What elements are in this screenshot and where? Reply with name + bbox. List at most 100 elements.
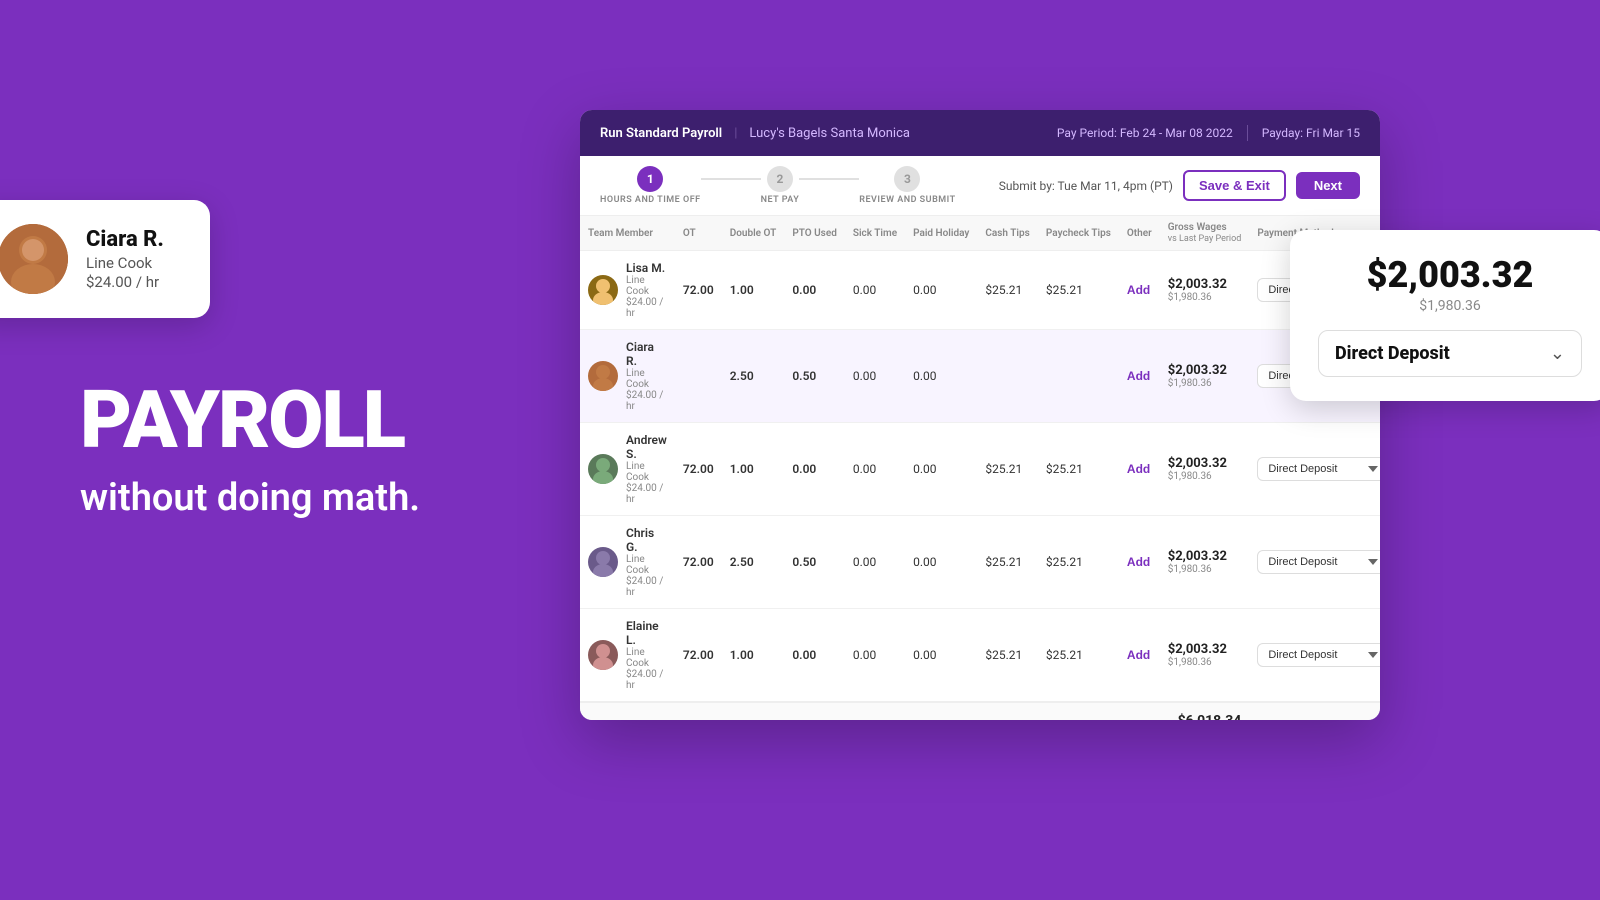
deposit-method-text: Direct Deposit [1335,343,1450,364]
totals-dot: 0.00 [722,702,785,720]
step-2-label: NET PAY [761,195,800,205]
step-3[interactable]: 3 REVIEW AND SUBMIT [859,166,955,205]
emp-rate-andrew: $24.00 / hr [626,483,667,505]
steps-list: 1 HOURS AND TIME OFF 2 NET PAY 3 REVIEW … [600,166,956,205]
holiday-andrew: 0.00 [905,423,977,516]
sick-elaine: 0.00 [845,609,905,703]
pto-ciara: 0.50 [784,330,845,423]
business-name: Lucy's Bagels Santa Monica [749,126,910,141]
cash-tips-andrew: $25.21 [977,423,1038,516]
paycheck-tips-ciara [1038,330,1119,423]
step-1-label: HOURS AND TIME OFF [600,195,701,205]
cash-tips-ciara [977,330,1038,423]
emp-role-ciara: Line Cook [626,368,667,390]
payroll-table: Team Member OT Double OT PTO Used Sick T… [580,216,1380,720]
deposit-method-selector[interactable]: Direct Deposit ⌄ [1318,330,1582,377]
header-divider [1247,125,1248,141]
gross-elaine: $2,003.32 $1,980.36 [1160,609,1250,703]
step-2[interactable]: 2 NET PAY [761,166,800,205]
employee-cell-chris: Chris G. Line Cook $24.00 / hr [580,516,675,609]
emp-rate-ciara: $24.00 / hr [626,390,667,412]
dot-elaine: 1.00 [722,609,785,703]
employee-cell-ciara: Ciara R. Line Cook $24.00 / hr [580,330,675,423]
payment-select-chris[interactable]: Direct Deposit [1257,550,1380,574]
gross-chris: $2,003.32 $1,980.36 [1160,516,1250,609]
ot-andrew: 72.00 [675,423,722,516]
paycheck-tips-andrew: $25.21 [1038,423,1119,516]
emp-name-lisa: Lisa M. [626,261,667,275]
run-payroll-label: Run Standard Payroll [600,126,722,141]
popup-emp-role: Line Cook [86,254,164,272]
employee-popup: Ciara R. Line Cook $24.00 / hr [0,200,210,318]
step-2-circle: 2 [767,166,793,192]
totals-cash-tips: $500.00 [977,702,1038,720]
cash-tips-chris: $25.21 [977,516,1038,609]
dot-andrew: 1.00 [722,423,785,516]
payment-elaine[interactable]: Direct Deposit [1249,609,1380,703]
table-row: Elaine L. Line Cook $24.00 / hr 72.00 1.… [580,609,1380,703]
table-row: Lisa M. Line Cook $24.00 / hr 72.00 1.00… [580,251,1380,330]
table-header-row: Team Member OT Double OT PTO Used Sick T… [580,216,1380,251]
add-other-ciara[interactable]: Add [1127,369,1150,383]
app-panel: Run Standard Payroll | Lucy's Bagels San… [580,110,1380,720]
payment-select-andrew[interactable]: Direct Deposit [1257,457,1380,481]
col-team-member: Team Member [580,216,675,251]
header-left: Run Standard Payroll | Lucy's Bagels San… [600,126,910,141]
col-other: Other [1119,216,1160,251]
popup-emp-rate: $24.00 / hr [86,273,164,291]
ot-chris: 72.00 [675,516,722,609]
popup-emp-info: Ciara R. Line Cook $24.00 / hr [86,227,164,291]
table-row: Andrew S. Line Cook $24.00 / hr 72.00 1.… [580,423,1380,516]
add-other-elaine[interactable]: Add [1127,648,1150,662]
gross-ciara: $2,003.32 $1,980.36 [1160,330,1250,423]
deposit-popup: $2,003.32 $1,980.36 Direct Deposit ⌄ [1290,230,1600,401]
step-3-circle: 3 [894,166,920,192]
emp-rate-elaine: $24.00 / hr [626,669,667,691]
holiday-ciara: 0.00 [905,330,977,423]
table-row: Ciara R. Line Cook $24.00 / hr 2.50 0.50… [580,330,1380,423]
next-button[interactable]: Next [1296,172,1360,199]
dot-lisa: 1.00 [722,251,785,330]
emp-role-chris: Line Cook [626,554,667,576]
paycheck-tips-lisa: $25.21 [1038,251,1119,330]
totals-holiday: 0.00 [905,702,977,720]
deposit-amount: $2,003.32 [1318,254,1582,296]
save-exit-button[interactable]: Save & Exit [1183,170,1286,201]
totals-ot: 2.50 [675,702,722,720]
emp-rate-lisa: $24.00 / hr [626,297,667,319]
pay-period-label: Pay Period: Feb 24 - Mar 08 2022 [1057,126,1233,140]
popup-avatar-ciara [0,224,68,294]
add-other-lisa[interactable]: Add [1127,283,1150,297]
payroll-table-container: Team Member OT Double OT PTO Used Sick T… [580,216,1380,720]
col-cash-tips: Cash Tips [977,216,1038,251]
holiday-lisa: 0.00 [905,251,977,330]
pto-elaine: 0.00 [784,609,845,703]
totals-pto: 22.00 [784,702,845,720]
step-3-label: REVIEW AND SUBMIT [859,195,955,205]
paycheck-tips-elaine: $25.21 [1038,609,1119,703]
deposit-prev-amount: $1,980.36 [1318,298,1582,314]
ot-elaine: 72.00 [675,609,722,703]
emp-role-elaine: Line Cook [626,647,667,669]
col-pto: PTO Used [784,216,845,251]
payment-chris[interactable]: Direct Deposit [1249,516,1380,609]
avatar-lisa [588,275,618,305]
payment-andrew[interactable]: Direct Deposit [1249,423,1380,516]
step-1-circle: 1 [637,166,663,192]
emp-name-ciara: Ciara R. [626,340,667,368]
step-1[interactable]: 1 HOURS AND TIME OFF [600,166,701,205]
totals-sick: 0.00 [845,702,905,720]
add-other-chris[interactable]: Add [1127,555,1150,569]
employee-cell-andrew: Andrew S. Line Cook $24.00 / hr [580,423,675,516]
submit-by-text: Submit by: Tue Mar 11, 4pm (PT) [999,179,1173,193]
payment-select-elaine[interactable]: Direct Deposit [1257,643,1380,667]
chevron-down-icon: ⌄ [1550,343,1565,364]
emp-name-chris: Chris G. [626,526,667,554]
col-gross-wages: Gross Wagesvs Last Pay Period [1160,216,1250,251]
totals-label: Totals [580,702,675,720]
employee-cell-lisa: Lisa M. Line Cook $24.00 / hr [580,251,675,330]
gross-andrew: $2,003.32 $1,980.36 [1160,423,1250,516]
employee-cell-elaine: Elaine L. Line Cook $24.00 / hr [580,609,675,703]
add-other-andrew[interactable]: Add [1127,462,1150,476]
emp-role-andrew: Line Cook [626,461,667,483]
